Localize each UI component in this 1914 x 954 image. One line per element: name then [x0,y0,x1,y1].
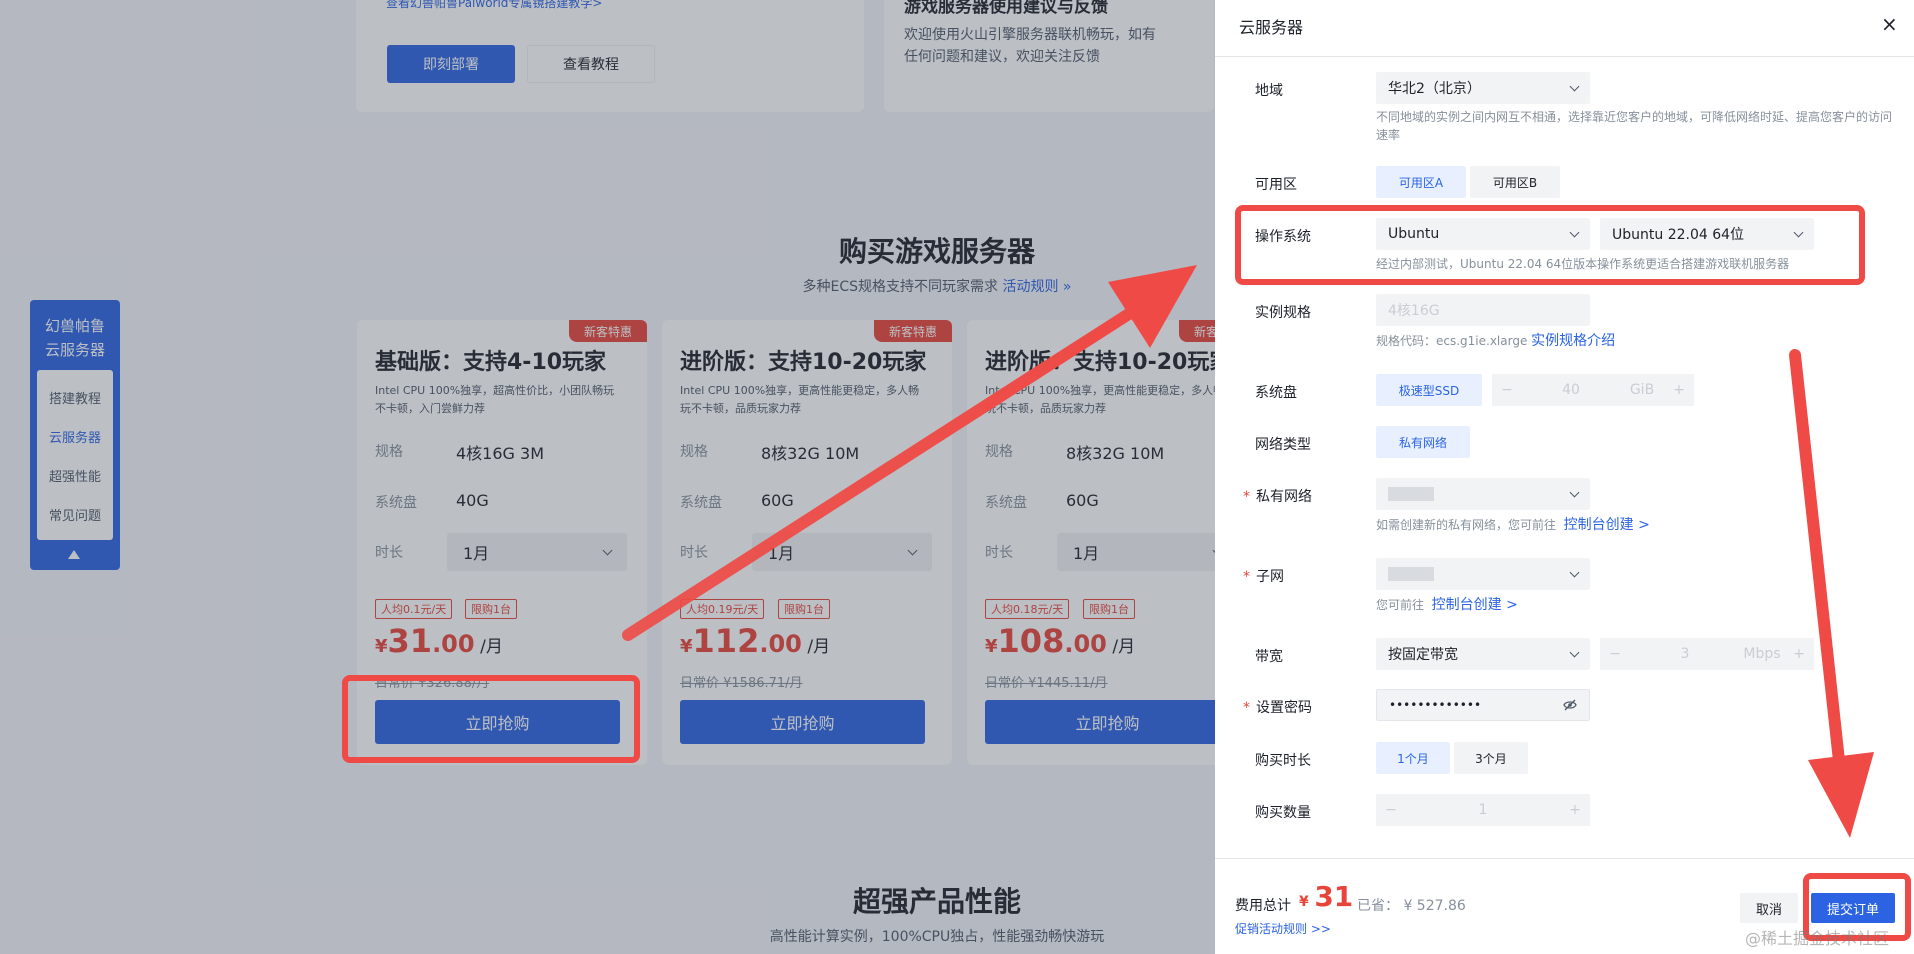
annotation-arrows [622,265,1874,838]
watermark: @稀土掘金技术社区 [1745,929,1890,948]
arrow-to-os-icon [622,265,1197,641]
arrow-to-submit-icon [1789,349,1874,838]
